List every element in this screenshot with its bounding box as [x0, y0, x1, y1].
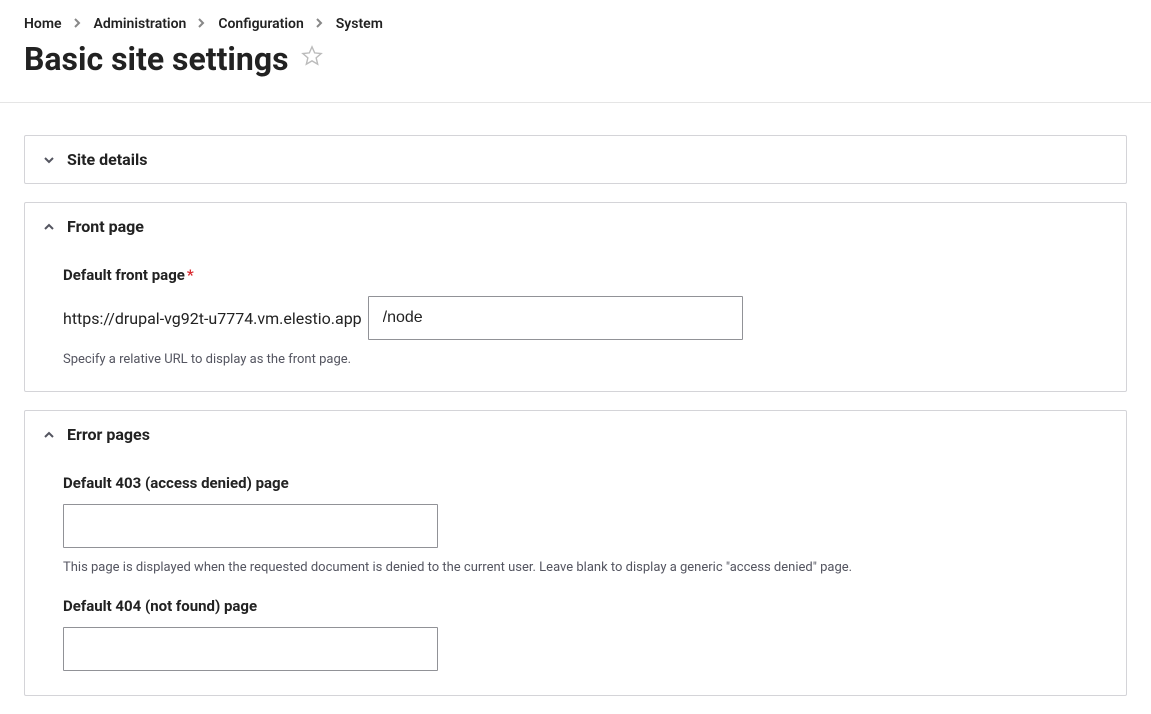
breadcrumb-item-configuration[interactable]: Configuration: [218, 16, 303, 32]
form-item-404-page: Default 404 (not found) page: [63, 597, 1088, 671]
page-title: Basic site settings: [24, 40, 289, 78]
chevron-down-icon: [41, 152, 57, 168]
label-default-front-page: Default front page*: [63, 266, 1088, 284]
page-404-input[interactable]: [63, 627, 438, 671]
chevron-right-icon: [198, 17, 206, 31]
chevron-right-icon: [74, 17, 82, 31]
panel-title: Front page: [67, 217, 144, 236]
chevron-right-icon: [316, 17, 324, 31]
panel-header-site-details[interactable]: Site details: [25, 136, 1126, 183]
panel-header-error-pages[interactable]: Error pages: [25, 411, 1126, 458]
description-403-page: This page is displayed when the requeste…: [63, 560, 1088, 575]
star-icon[interactable]: [301, 45, 323, 73]
description-default-front-page: Specify a relative URL to display as the…: [63, 352, 1088, 367]
form-item-403-page: Default 403 (access denied) page This pa…: [63, 474, 1088, 575]
panel-front-page: Front page Default front page* https://d…: [24, 202, 1127, 392]
panel-header-front-page[interactable]: Front page: [25, 203, 1126, 250]
form-item-default-front-page: Default front page* https://drupal-vg92t…: [63, 266, 1088, 367]
label-404-page: Default 404 (not found) page: [63, 597, 1088, 615]
required-marker: *: [187, 266, 194, 284]
breadcrumb: Home Administration Configuration System: [24, 16, 1127, 32]
panel-error-pages: Error pages Default 403 (access denied) …: [24, 410, 1127, 696]
panel-site-details: Site details: [24, 135, 1127, 184]
panel-title: Site details: [67, 150, 147, 169]
page-403-input[interactable]: [63, 504, 438, 548]
chevron-up-icon: [41, 427, 57, 443]
breadcrumb-item-home[interactable]: Home: [24, 16, 62, 32]
chevron-up-icon: [41, 219, 57, 235]
breadcrumb-item-system[interactable]: System: [336, 16, 383, 32]
panel-title: Error pages: [67, 425, 150, 444]
url-prefix: https://drupal-vg92t-u7774.vm.elestio.ap…: [63, 309, 362, 328]
label-403-page: Default 403 (access denied) page: [63, 474, 1088, 492]
breadcrumb-item-administration[interactable]: Administration: [94, 16, 187, 32]
default-front-page-input[interactable]: [368, 296, 743, 340]
